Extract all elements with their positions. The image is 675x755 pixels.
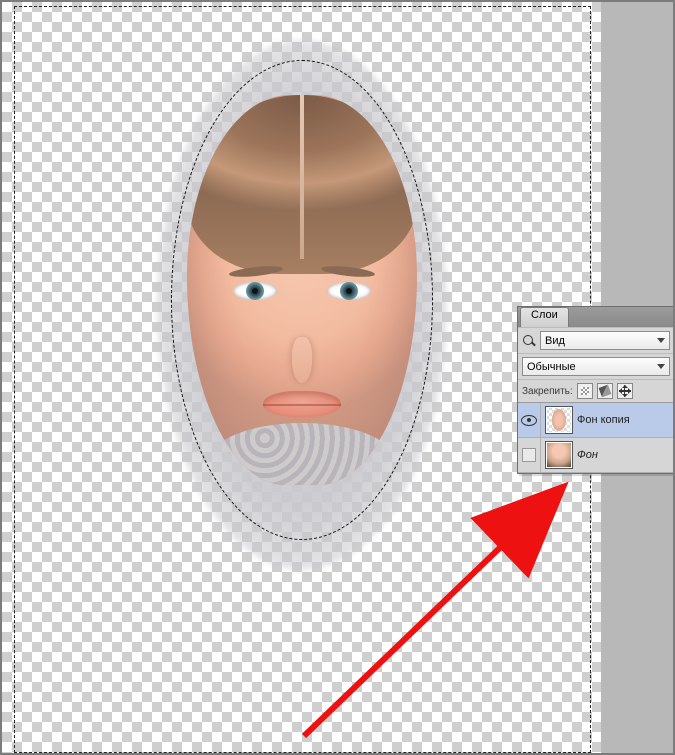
selection-ellipse — [171, 60, 433, 540]
filter-row: Вид — [518, 327, 674, 353]
chevron-down-icon — [657, 364, 665, 369]
blend-row: Обычные — [518, 353, 674, 379]
blend-mode-value: Обычные — [527, 361, 576, 373]
move-icon — [619, 385, 631, 397]
layer-item-copy[interactable]: Фон копия — [518, 403, 674, 438]
search-icon — [522, 334, 536, 348]
layer-name: Фон копия — [577, 414, 630, 426]
app-stage: Слои Вид Обычные Закрепить: — [0, 0, 675, 755]
layer-item-background[interactable]: Фон — [518, 438, 674, 473]
layer-filter-value: Вид — [545, 335, 565, 347]
chevron-down-icon — [657, 338, 665, 343]
layer-thumbnail[interactable] — [545, 441, 573, 469]
document-canvas[interactable] — [2, 2, 601, 753]
layer-filter-dropdown[interactable]: Вид — [540, 331, 670, 350]
portrait-layer — [157, 40, 447, 570]
visibility-off-icon — [522, 448, 536, 462]
lock-position-button[interactable] — [617, 383, 633, 399]
layers-panel: Слои Вид Обычные Закрепить: — [517, 306, 675, 474]
blend-mode-dropdown[interactable]: Обычные — [522, 357, 670, 376]
layer-thumbnail[interactable] — [545, 406, 573, 434]
transparency-icon — [581, 387, 589, 395]
eye-icon — [521, 415, 537, 426]
lock-label: Закрепить: — [522, 386, 573, 397]
visibility-toggle[interactable] — [518, 403, 541, 437]
panel-tabbar: Слои — [518, 307, 674, 327]
brush-icon — [598, 385, 611, 398]
tab-layers[interactable]: Слои — [520, 307, 569, 327]
lock-pixels-button[interactable] — [597, 383, 613, 399]
layer-list: Фон копия Фон — [518, 402, 674, 473]
lock-transparency-button[interactable] — [577, 383, 593, 399]
visibility-toggle[interactable] — [518, 438, 541, 472]
lock-row: Закрепить: — [518, 379, 674, 402]
layer-name: Фон — [577, 449, 598, 461]
